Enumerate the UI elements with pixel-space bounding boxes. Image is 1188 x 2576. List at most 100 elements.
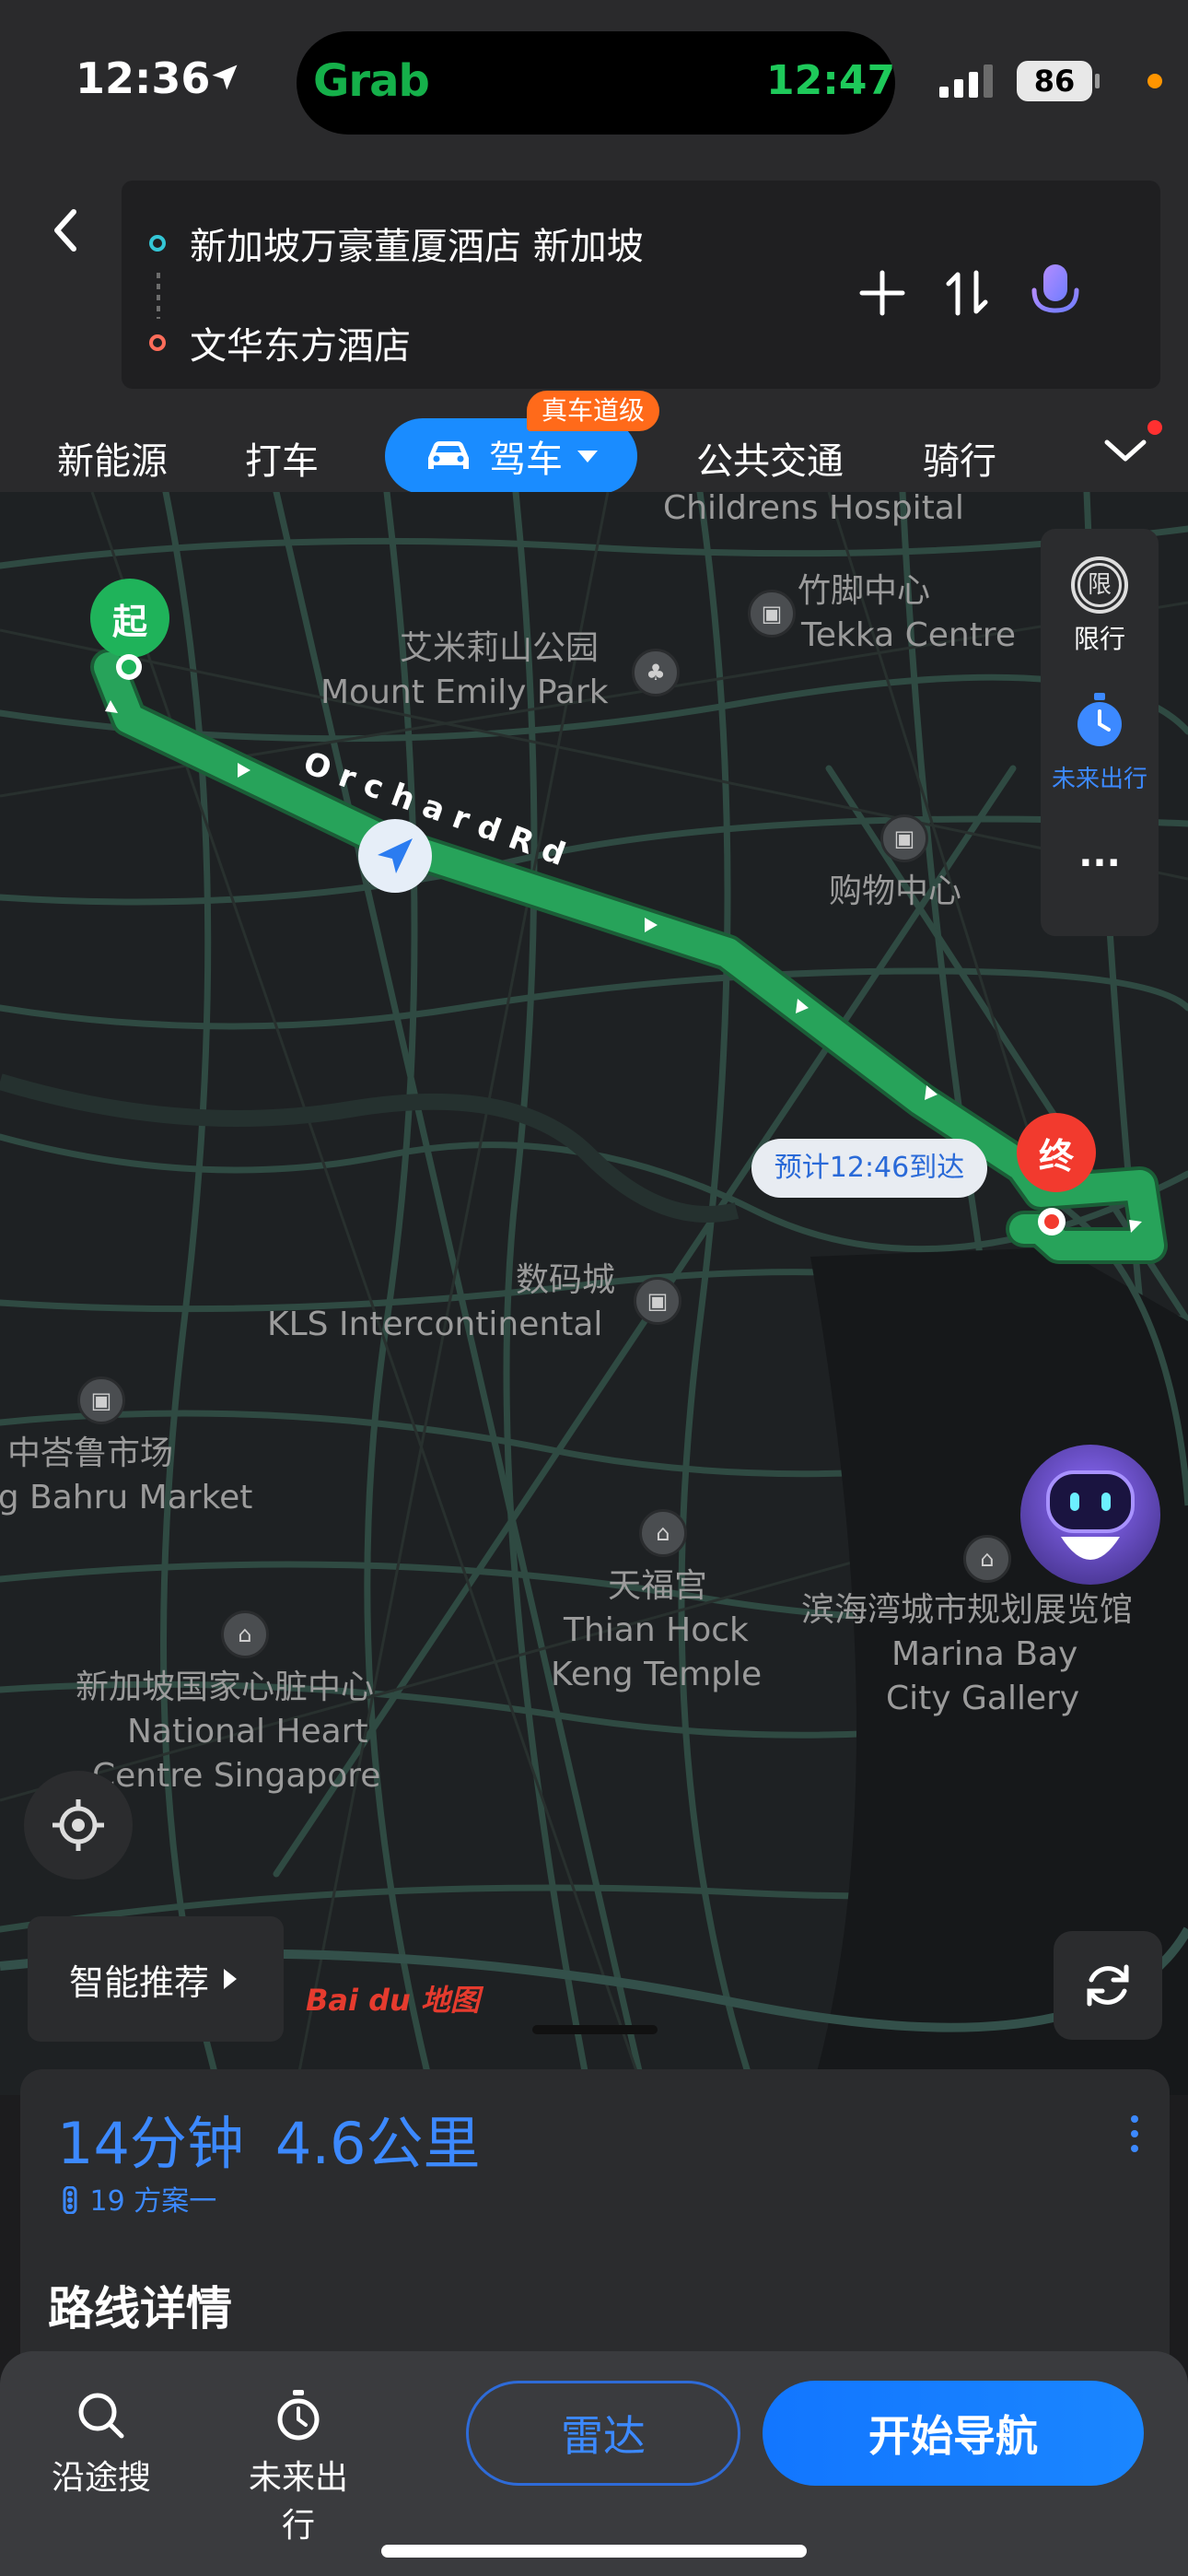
signal-icon	[939, 64, 993, 98]
poi-market-icon: ▣	[77, 1376, 125, 1424]
map-label-tekka-cn: 竹脚中心	[798, 572, 931, 610]
map-label-tianfu-en2: Keng Temple	[551, 1656, 763, 1693]
map-label-tianfu-cn: 天福宫	[608, 1567, 708, 1605]
robot-icon	[1046, 1470, 1135, 1560]
route-input-box: 新加坡万豪董厦酒店 新加坡 文华东方酒店	[122, 181, 1160, 389]
map-label-marina-en2: City Gallery	[886, 1680, 1080, 1717]
traffic-light-count: 19	[89, 2185, 125, 2218]
traffic-restriction-button[interactable]: 限 限行	[1041, 556, 1159, 656]
traffic-light-icon	[63, 2185, 77, 2215]
microphone-icon[interactable]	[1019, 256, 1092, 330]
future-trip-side-button[interactable]: 未来出行	[1041, 691, 1159, 794]
future-trip-label: 未来出行	[248, 2459, 348, 2545]
map-label-marina-cn: 滨海湾城市规划展览馆	[801, 1591, 1134, 1629]
grab-live-time: 12:47	[766, 57, 896, 104]
map-label-emily-cn: 艾米莉山公园	[400, 629, 600, 667]
map-label-tiong-en: Tiong Bahru Market	[0, 1479, 253, 1516]
route-connector	[157, 273, 160, 319]
start-navigation-button[interactable]: 开始导航	[763, 2381, 1144, 2486]
future-trip-side-label: 未来出行	[1051, 766, 1147, 793]
stopwatch-icon	[277, 2390, 320, 2441]
end-marker[interactable]: 终	[1017, 1113, 1096, 1192]
refresh-route-button[interactable]	[1054, 1931, 1162, 2040]
map-label-marina-en1: Marina Bay	[891, 1635, 1078, 1673]
search-along-label: 沿途搜	[51, 2459, 151, 2497]
tab-public-transit[interactable]: 公共交通	[696, 431, 844, 485]
refresh-icon	[1087, 1964, 1129, 2007]
notification-dot	[1147, 420, 1162, 435]
map-label-heart-en1: National Heart	[127, 1713, 368, 1751]
map-label-heart-en2: Centre Singapore	[92, 1757, 381, 1795]
poi-shop-icon: ▣	[634, 1277, 681, 1325]
map-label-kls-en: KLS Intercontinental	[267, 1306, 603, 1343]
search-along-button[interactable]: 沿途搜	[37, 2388, 166, 2499]
caret-right-icon	[224, 1969, 237, 1989]
tab-bike[interactable]: 骑行	[923, 431, 996, 485]
ai-assistant-avatar[interactable]	[1020, 1445, 1160, 1585]
map-label-emily-en: Mount Emily Park	[320, 673, 609, 711]
swap-icon[interactable]	[930, 256, 1004, 330]
stopwatch-icon	[1077, 693, 1122, 746]
lane-level-badge: 真车道级	[527, 391, 660, 431]
poi-temple-icon: ⌂	[639, 1509, 687, 1557]
poi-shop-icon: ▣	[748, 590, 796, 638]
privacy-indicator	[1147, 74, 1162, 88]
restriction-icon: 限	[1077, 563, 1122, 607]
map-label-tekka-en: Tekka Centre	[801, 616, 1016, 654]
poi-mall-icon: ▣	[880, 814, 928, 862]
car-icon	[428, 441, 469, 469]
route-plan-label: 方案一	[134, 2185, 217, 2218]
add-waypoint-icon[interactable]	[845, 256, 919, 330]
start-marker[interactable]: 起	[90, 579, 169, 658]
end-location-text: 文华东方酒店	[190, 325, 411, 368]
smart-recommend-button[interactable]: 智能推荐	[28, 1916, 284, 2042]
bottom-action-bar: 沿途搜 未来出行 雷达 开始导航	[0, 2351, 1188, 2576]
route-distance: 4.6公里	[274, 2110, 481, 2177]
map-view[interactable]: Childrens Hospital 竹脚中心 Tekka Centre ▣ 艾…	[0, 492, 1188, 2095]
start-location-field[interactable]: 新加坡万豪董厦酒店 新加坡	[149, 216, 644, 271]
chevron-down-icon[interactable]	[1101, 431, 1149, 468]
map-label-childrens-hospital: Childrens Hospital	[663, 492, 964, 527]
back-icon[interactable]	[37, 193, 92, 267]
home-indicator[interactable]	[381, 2545, 807, 2558]
start-location-text: 新加坡万豪董厦酒店 新加坡	[190, 226, 644, 268]
tab-drive-label: 驾车	[489, 439, 563, 481]
tab-taxi[interactable]: 打车	[245, 431, 319, 485]
crosshair-icon	[52, 1799, 104, 1851]
route-summary: 14分钟 4.6公里	[57, 2097, 512, 2180]
travel-mode-tabs: 新能源 打车 驾车 真车道级 公共交通 骑行	[0, 372, 1188, 494]
poi-hospital-icon: ⌂	[221, 1610, 269, 1658]
more-options-button[interactable]: ···	[1041, 842, 1159, 884]
end-location-field[interactable]: 文华东方酒店	[149, 315, 411, 370]
radar-button[interactable]: 雷达	[466, 2381, 740, 2486]
map-label-mall-cn: 购物中心	[829, 872, 962, 910]
route-details-title: 路线详情	[48, 2282, 232, 2336]
location-arrow-icon	[212, 64, 238, 90]
map-side-panel: 限 限行 未来出行 ···	[1041, 529, 1159, 936]
end-dot-icon	[149, 334, 166, 351]
kebab-menu-icon[interactable]	[1116, 2106, 1153, 2161]
route-meta: 19 方案一	[59, 2178, 216, 2219]
grab-logo: Grab	[313, 55, 430, 107]
tab-new-energy[interactable]: 新能源	[57, 431, 168, 485]
restriction-label: 限行	[1073, 624, 1125, 654]
baidu-map-logo: Bai du 地图	[306, 1983, 480, 2018]
locate-me-button[interactable]	[24, 1771, 133, 1879]
start-dot-icon	[149, 235, 166, 252]
map-label-heart-cn: 新加坡国家心脏中心	[76, 1669, 375, 1706]
route-duration: 14分钟	[57, 2110, 244, 2177]
map-label-tianfu-en1: Thian Hock	[564, 1611, 749, 1649]
poi-park-icon: ♣	[632, 649, 680, 697]
battery-tip	[1095, 74, 1100, 88]
sheet-grabber[interactable]	[532, 2025, 658, 2034]
future-trip-button[interactable]: 未来出行	[234, 2388, 363, 2547]
end-point-dot	[1038, 1208, 1066, 1235]
current-location-icon	[358, 819, 432, 893]
poi-gallery-icon: ⌂	[963, 1535, 1011, 1583]
caret-down-icon	[577, 451, 598, 463]
map-label-digital-cn: 数码城	[516, 1261, 616, 1299]
route-header: 新加坡万豪董厦酒店 新加坡 文华东方酒店 新能源 打车 驾车 真车道级 公共交通…	[0, 157, 1188, 494]
status-bar: 12:36 Grab 12:47 86	[0, 0, 1188, 157]
search-icon	[78, 2393, 124, 2439]
start-point-dot	[116, 654, 142, 680]
